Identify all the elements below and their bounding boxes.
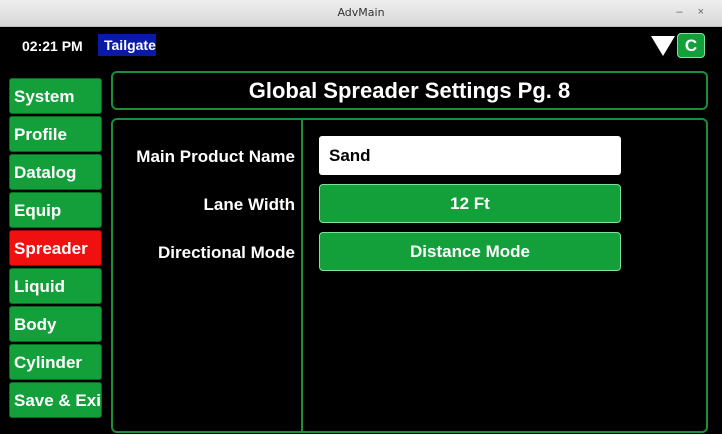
lane-width-button[interactable]: 12 Ft — [319, 184, 621, 223]
sidebar-item-save-exit[interactable]: Save & Exit — [9, 382, 102, 418]
page-title: Global Spreader Settings Pg. 8 — [111, 71, 708, 110]
main-product-field[interactable]: Sand — [319, 136, 621, 175]
sidebar-item-system[interactable]: System — [9, 78, 102, 114]
window-title: AdvMain — [337, 6, 385, 19]
directional-mode-button[interactable]: Distance Mode — [319, 232, 621, 271]
sidebar-item-spreader[interactable]: Spreader — [9, 230, 102, 266]
signal-icon — [651, 36, 675, 56]
window-controls[interactable]: – × — [676, 6, 710, 18]
directional-mode-label: Directional Mode — [158, 243, 295, 262]
window-titlebar: AdvMain – × — [0, 0, 722, 27]
clock: 02:21 PM — [22, 38, 83, 54]
sidebar-item-cylinder[interactable]: Cylinder — [9, 344, 102, 380]
sidebar-item-profile[interactable]: Profile — [9, 116, 102, 152]
panel-divider — [301, 120, 303, 431]
settings-panel: Main Product Name Sand Lane Width 12 Ft … — [111, 118, 708, 433]
sidebar-item-datalog[interactable]: Datalog — [9, 154, 102, 190]
sidebar-item-liquid[interactable]: Liquid — [9, 268, 102, 304]
app-area: 02:21 PM Tailgate C System Profile Datal… — [0, 27, 722, 434]
main-product-label: Main Product Name — [136, 147, 295, 166]
sidebar-item-equip[interactable]: Equip — [9, 192, 102, 228]
c-button[interactable]: C — [677, 33, 705, 58]
sidebar-item-body[interactable]: Body — [9, 306, 102, 342]
lane-width-label: Lane Width — [203, 195, 295, 214]
mode-badge: Tailgate — [98, 34, 156, 56]
